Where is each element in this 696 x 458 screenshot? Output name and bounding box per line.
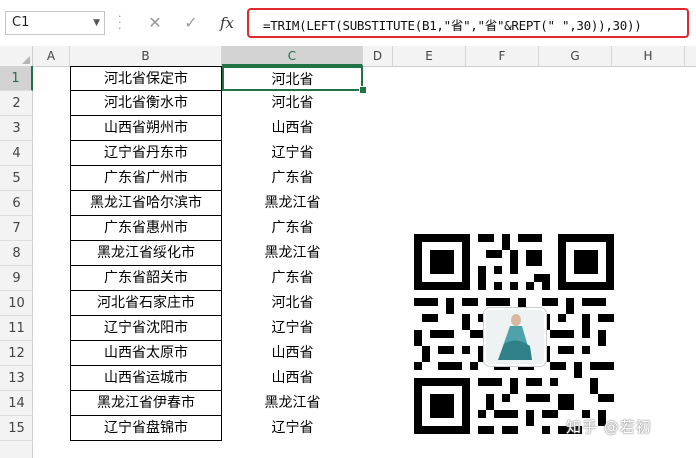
name-box[interactable]: C1 ▼: [5, 11, 105, 35]
close-icon: ✕: [148, 13, 162, 32]
row-header[interactable]: 4: [0, 141, 33, 166]
formula-bar: C1 ▼ · · · ✕ ✓ fx =TRIM(LEFT(SUBSTITUTE(B1…: [0, 0, 696, 47]
row-header[interactable]: 8: [0, 241, 33, 266]
column-header-d[interactable]: D: [363, 46, 393, 66]
cell-c[interactable]: 广东省: [222, 266, 363, 291]
enter-button[interactable]: ✓: [180, 12, 202, 34]
column-header-h[interactable]: H: [612, 46, 685, 66]
row-header[interactable]: 10: [0, 291, 33, 316]
cell-b[interactable]: 山西省朔州市: [70, 116, 222, 141]
cell-c[interactable]: 河北省: [222, 291, 363, 316]
cell-c[interactable]: 黑龙江省: [222, 391, 363, 416]
row-header[interactable]: 12: [0, 341, 33, 366]
cell-c[interactable]: 辽宁省: [222, 316, 363, 341]
row-headers: 1 2 3 4 5 6 7 8 9 10 11 12 13 14 15: [0, 66, 33, 458]
cell-b[interactable]: 黑龙江省伊春市: [70, 391, 222, 416]
row-header[interactable]: 6: [0, 191, 33, 216]
column-header-a[interactable]: A: [33, 46, 70, 66]
cell-c[interactable]: 山西省: [222, 366, 363, 391]
cell-b[interactable]: 广东省惠州市: [70, 216, 222, 241]
select-all-corner[interactable]: [0, 46, 33, 66]
row-header[interactable]: 13: [0, 366, 33, 391]
cell-b[interactable]: 辽宁省沈阳市: [70, 316, 222, 341]
watermark-text: 知乎 @若初: [566, 418, 652, 436]
row-header[interactable]: 2: [0, 91, 33, 116]
selected-cell-c1[interactable]: 河北省: [222, 66, 363, 91]
name-box-value: C1: [12, 15, 30, 30]
chevron-down-icon[interactable]: ▼: [93, 12, 100, 34]
cell-c[interactable]: 辽宁省: [222, 416, 363, 441]
column-header-b[interactable]: B: [70, 46, 222, 66]
column-header-g[interactable]: G: [539, 46, 612, 66]
formula-input[interactable]: =TRIM(LEFT(SUBSTITUTE(B1,"省","省"&REPT(" …: [247, 8, 689, 38]
cell-c[interactable]: 山西省: [222, 341, 363, 366]
formula-text: =TRIM(LEFT(SUBSTITUTE(B1,"省","省"&REPT(" …: [263, 18, 642, 33]
cell-c[interactable]: 广东省: [222, 216, 363, 241]
row-header[interactable]: 7: [0, 216, 33, 241]
cell-c[interactable]: 河北省: [222, 91, 363, 116]
column-header-e[interactable]: E: [393, 46, 466, 66]
cell-b[interactable]: 广东省韶关市: [70, 266, 222, 291]
cell-b[interactable]: 辽宁省丹东市: [70, 141, 222, 166]
cancel-button[interactable]: ✕: [144, 12, 166, 34]
row-header[interactable]: 9: [0, 266, 33, 291]
cell-c[interactable]: 辽宁省: [222, 141, 363, 166]
row-header[interactable]: 5: [0, 166, 33, 191]
qr-avatar-image: [484, 308, 546, 366]
cell-c[interactable]: 黑龙江省: [222, 191, 363, 216]
cell-b[interactable]: 河北省保定市: [70, 66, 222, 91]
row-header[interactable]: 1: [0, 66, 33, 91]
cell-b[interactable]: 黑龙江省绥化市: [70, 241, 222, 266]
cell-c[interactable]: 广东省: [222, 166, 363, 191]
column-header-f[interactable]: F: [466, 46, 539, 66]
resize-handle[interactable]: · · ·: [118, 11, 122, 34]
column-headers: A B C D E F G H: [0, 46, 696, 67]
avatar-figure-icon: [486, 310, 544, 364]
cell-b[interactable]: 河北省衡水市: [70, 91, 222, 116]
column-header-c[interactable]: C: [222, 46, 363, 66]
row-header[interactable]: 15: [0, 416, 33, 441]
row-header[interactable]: 3: [0, 116, 33, 141]
cell-b[interactable]: 广东省广州市: [70, 166, 222, 191]
function-icon: fx: [219, 14, 234, 32]
cell-b[interactable]: 黑龙江省哈尔滨市: [70, 191, 222, 216]
cell-c[interactable]: 山西省: [222, 116, 363, 141]
insert-function-button[interactable]: fx: [216, 12, 238, 34]
cell-c[interactable]: 黑龙江省: [222, 241, 363, 266]
row-header[interactable]: 14: [0, 391, 33, 416]
cell-b[interactable]: 山西省太原市: [70, 341, 222, 366]
row-header[interactable]: 11: [0, 316, 33, 341]
cell-b[interactable]: 辽宁省盘锦市: [70, 416, 222, 441]
cell-b[interactable]: 河北省石家庄市: [70, 291, 222, 316]
cell-b[interactable]: 山西省运城市: [70, 366, 222, 391]
check-icon: ✓: [184, 13, 198, 32]
